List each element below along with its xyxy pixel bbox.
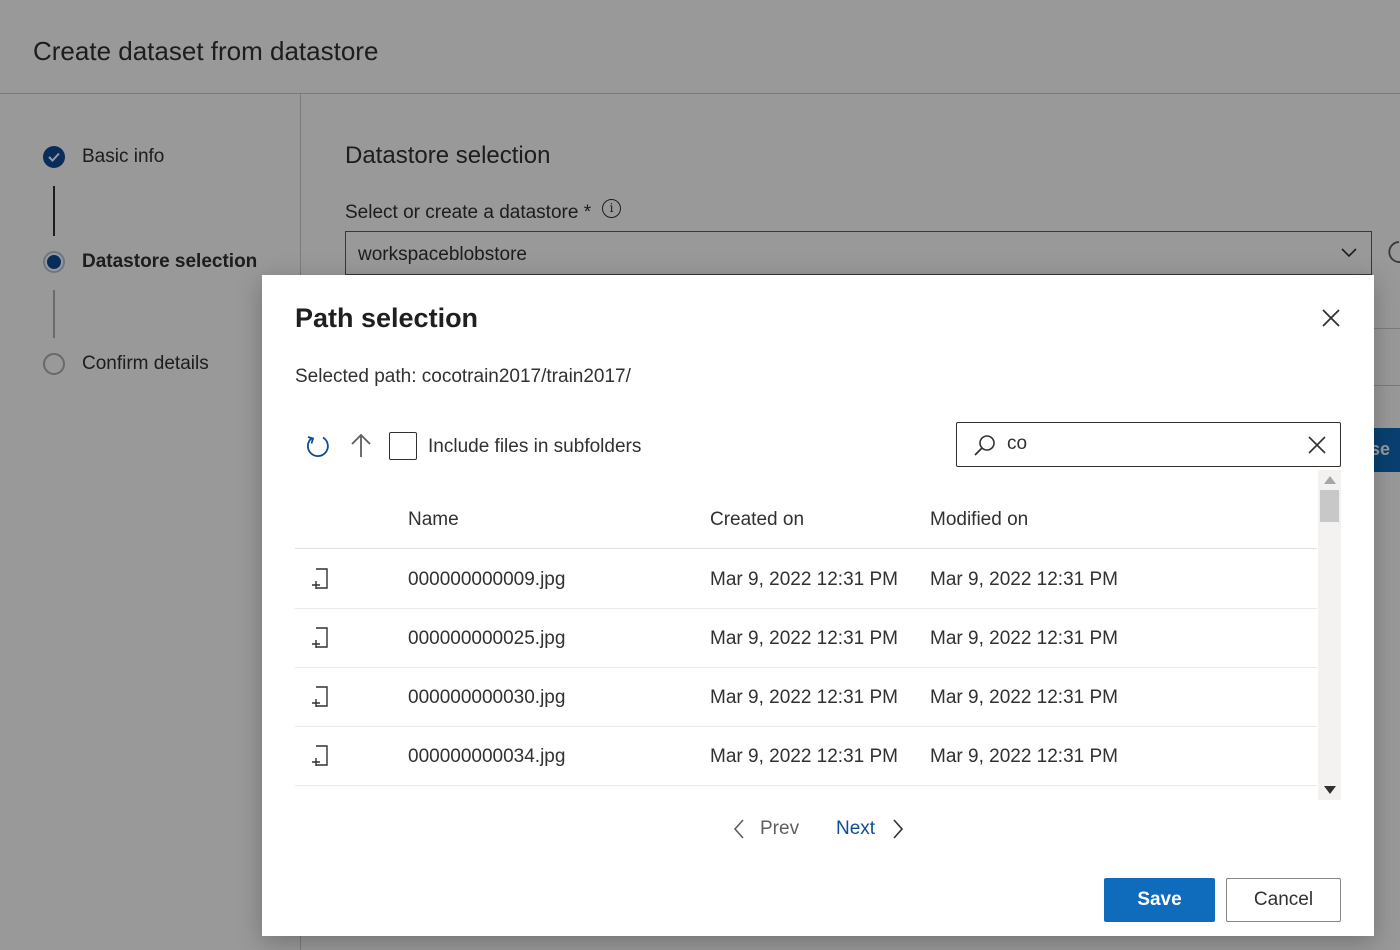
scroll-thumb[interactable] [1320,490,1339,522]
include-subfolders-label: Include files in subfolders [428,436,642,457]
table-header: Name Created on Modified on [295,470,1317,549]
dialog-title: Path selection [295,303,479,333]
search-input[interactable] [1007,431,1297,457]
arrow-up-icon[interactable] [346,431,376,461]
file-name: 000000000009.jpg [408,569,566,590]
clear-search-icon[interactable] [1306,434,1328,456]
table-row[interactable]: 000000000030.jpg Mar 9, 2022 12:31 PM Ma… [295,668,1317,727]
file-icon [309,744,331,768]
chevron-right-icon [887,817,907,841]
table-scrollbar[interactable] [1318,470,1341,800]
include-subfolders-checkbox[interactable] [389,432,417,460]
table-row[interactable]: 000000000025.jpg Mar 9, 2022 12:31 PM Ma… [295,609,1317,668]
file-name: 000000000025.jpg [408,628,566,649]
next-page-button[interactable]: Next [836,815,907,843]
next-label: Next [836,818,876,839]
column-header-modified[interactable]: Modified on [930,509,1028,531]
table-row[interactable]: 000000000034.jpg Mar 9, 2022 12:31 PM Ma… [295,727,1317,786]
path-selection-dialog: Path selection Selected path: cocotrain2… [262,275,1374,936]
refresh-icon[interactable] [302,431,332,461]
close-icon[interactable] [1317,304,1345,332]
file-modified: Mar 9, 2022 12:31 PM [930,687,1118,708]
table-row[interactable]: 000000000009.jpg Mar 9, 2022 12:31 PM Ma… [295,550,1317,609]
file-table: Name Created on Modified on 000000000009… [295,470,1317,800]
cancel-button[interactable]: Cancel [1226,878,1341,922]
file-modified: Mar 9, 2022 12:31 PM [930,569,1118,590]
save-button[interactable]: Save [1104,878,1215,922]
prev-page-button[interactable]: Prev [730,815,799,843]
file-modified: Mar 9, 2022 12:31 PM [930,628,1118,649]
selected-path: Selected path: cocotrain2017/train2017/ [295,366,631,387]
scroll-down-icon[interactable] [1324,786,1336,794]
file-created: Mar 9, 2022 12:31 PM [710,746,898,767]
file-name: 000000000034.jpg [408,746,566,767]
file-created: Mar 9, 2022 12:31 PM [710,569,898,590]
file-created: Mar 9, 2022 12:31 PM [710,687,898,708]
search-box[interactable] [956,422,1341,467]
file-icon [309,626,331,650]
scroll-up-icon[interactable] [1324,476,1336,484]
column-header-created[interactable]: Created on [710,509,804,531]
search-icon [973,433,997,457]
chevron-left-icon [730,817,750,841]
file-icon [309,685,331,709]
column-header-name[interactable]: Name [408,509,459,531]
file-name: 000000000030.jpg [408,687,566,708]
file-created: Mar 9, 2022 12:31 PM [710,628,898,649]
prev-label: Prev [760,818,800,839]
file-modified: Mar 9, 2022 12:31 PM [930,746,1118,767]
file-icon [309,567,331,591]
